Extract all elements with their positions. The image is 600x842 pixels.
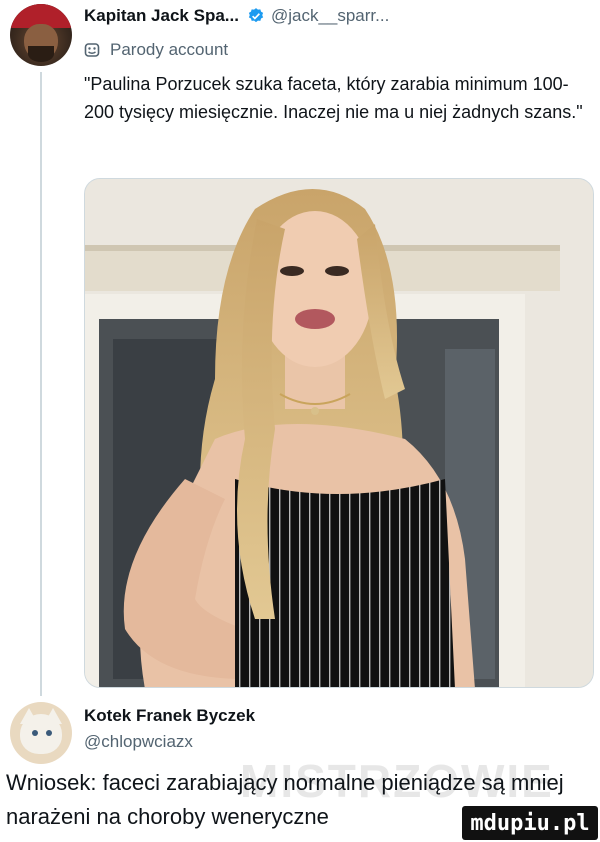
cat-head [20, 714, 62, 754]
author-avatar[interactable] [10, 4, 72, 66]
reply-author-display-name[interactable]: Kotek Franek Byczek [84, 706, 255, 726]
cat-eye-left [32, 730, 38, 736]
post-text: "Paulina Porzucek szuka faceta, który za… [84, 74, 583, 122]
post-author-row: Kapitan Jack Spa... @jack__sparr... [84, 6, 389, 26]
site-logo-badge[interactable]: mdupiu.pl [462, 806, 598, 840]
post-media-photo[interactable] [84, 178, 594, 688]
verified-badge-icon [248, 8, 264, 23]
avatar-beard [28, 46, 54, 62]
reply-author-handle[interactable]: @chlopwciazx [84, 732, 193, 752]
post-author-handle[interactable]: @jack__sparr... [271, 6, 389, 26]
parody-label-row: Parody account [84, 40, 228, 60]
post-author-display-name[interactable]: Kapitan Jack Spa... [84, 6, 239, 26]
cat-eye-right [46, 730, 52, 736]
parody-account-label: Parody account [110, 40, 229, 59]
parody-mask-icon [84, 43, 100, 57]
photo-illustration [85, 179, 593, 687]
reply-author-avatar[interactable] [10, 702, 72, 764]
thread-connector-line [40, 72, 42, 696]
